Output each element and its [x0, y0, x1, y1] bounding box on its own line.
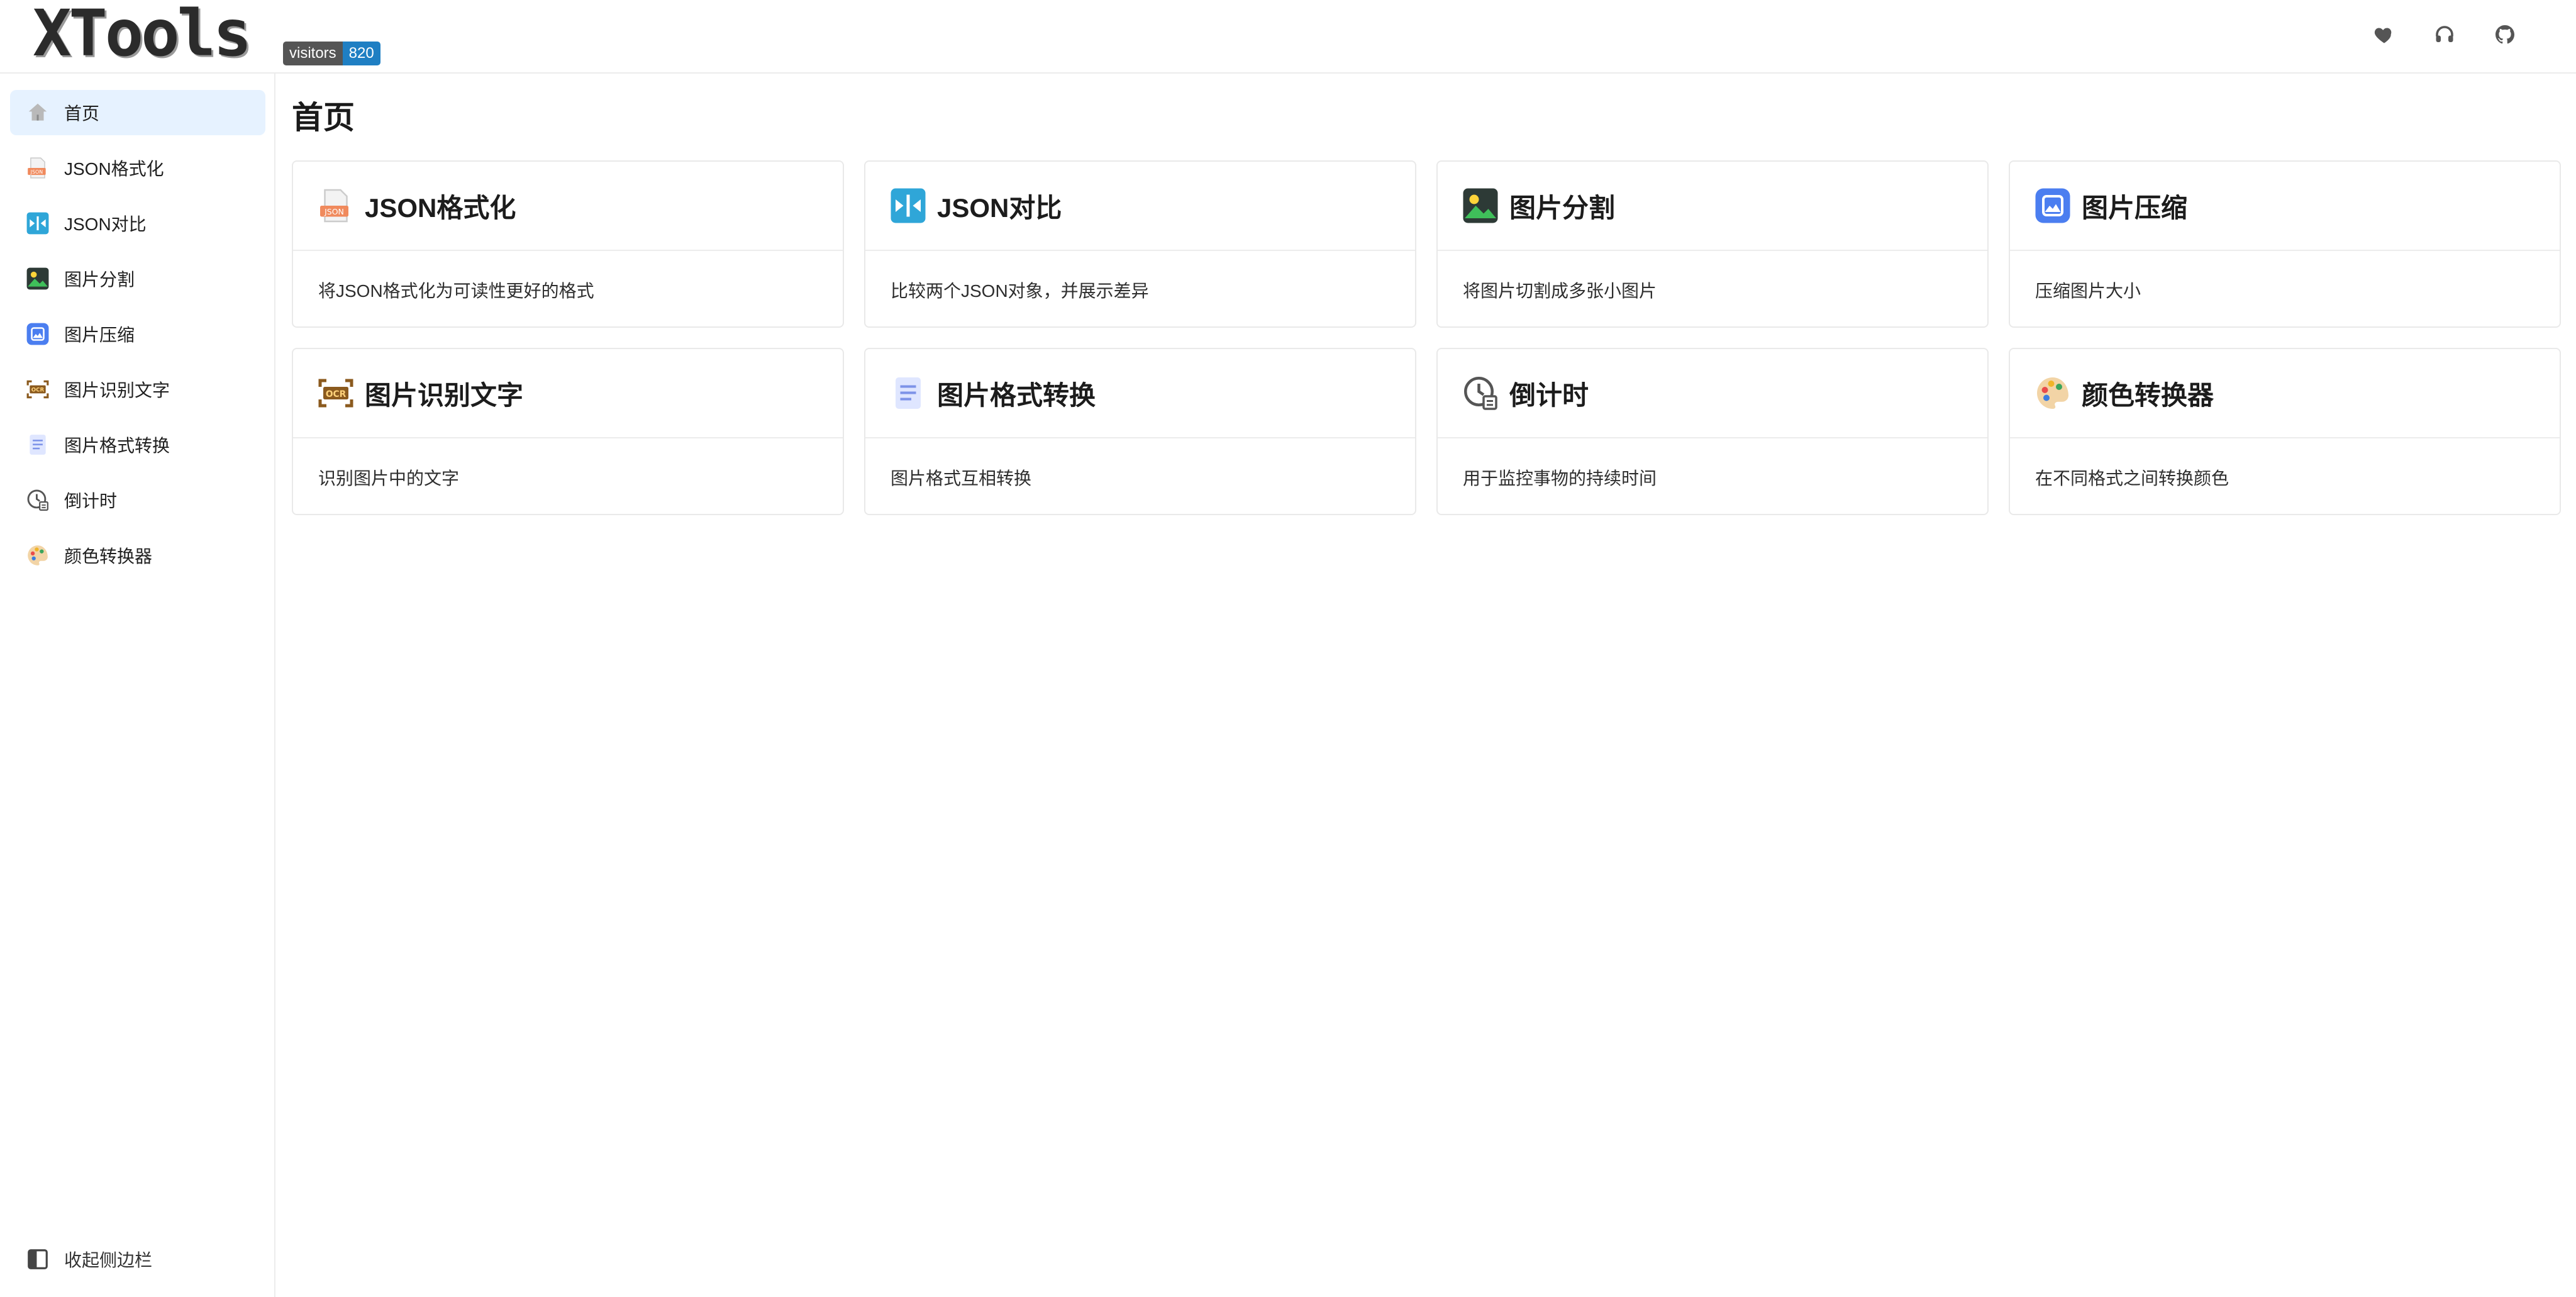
card-header: OCR 图片识别文字: [293, 349, 843, 438]
sidebar-item-image-convert[interactable]: 图片格式转换: [10, 422, 265, 467]
clock-icon: [25, 487, 50, 513]
tool-card-ocr[interactable]: OCR 图片识别文字 识别图片中的文字: [292, 348, 844, 515]
github-icon[interactable]: [2493, 23, 2517, 47]
sidebar-item-label: 图片分割: [64, 270, 135, 289]
sidebar-item-label: JSON格式化: [64, 159, 164, 179]
card-header: JSON JSON格式化: [293, 162, 843, 251]
tool-card-grid: JSON JSON格式化 将JSON格式化为可读性更好的格式 JSON对比 比较…: [292, 160, 2561, 515]
sidebar-item-label: 图片识别文字: [64, 381, 170, 400]
sidebar-item-json-format[interactable]: JSON JSON格式化: [10, 145, 265, 191]
card-title: 图片格式转换: [937, 380, 1096, 410]
card-description: 将JSON格式化为可读性更好的格式: [318, 281, 594, 301]
compare-icon: [889, 187, 927, 225]
card-header: JSON对比: [865, 162, 1415, 251]
main-content: 首页 JSON JSON格式化 将JSON格式化为可读性更好的格式 JSON对比…: [275, 74, 2576, 1297]
document-icon: [889, 374, 927, 412]
sidebar-item-label: 图片格式转换: [64, 436, 170, 455]
card-description: 图片格式互相转换: [891, 469, 1032, 488]
card-title: 图片分割: [1509, 192, 1616, 223]
sidebar-item-label: 颜色转换器: [64, 547, 153, 566]
sidebar-toggle-icon: [25, 1247, 50, 1272]
sidebar-item-image-split[interactable]: 图片分割: [10, 256, 265, 301]
card-description: 压缩图片大小: [2035, 281, 2141, 301]
sidebar-item-label: 图片压缩: [64, 325, 135, 345]
header-actions: [2372, 23, 2517, 47]
tool-card-json-format[interactable]: JSON JSON格式化 将JSON格式化为可读性更好的格式: [292, 160, 844, 328]
palette-icon: [25, 543, 50, 568]
sidebar-item-label: JSON对比: [64, 214, 147, 234]
tool-card-color-converter[interactable]: 颜色转换器 在不同格式之间转换颜色: [2009, 348, 2561, 515]
card-title: JSON格式化: [365, 192, 516, 223]
card-header: 倒计时: [1438, 349, 1987, 438]
sidebar: 首页 JSON JSON格式化 JSON对比 图片分割 图片压缩 OCR 图片识…: [0, 74, 275, 1297]
sidebar-nav: 首页 JSON JSON格式化 JSON对比 图片分割 图片压缩 OCR 图片识…: [10, 90, 265, 588]
tool-card-countdown[interactable]: 倒计时 用于监控事物的持续时间: [1436, 348, 1989, 515]
svg-text:JSON: JSON: [324, 207, 344, 216]
headset-icon[interactable]: [2433, 23, 2457, 47]
json-file-icon: JSON: [25, 155, 50, 181]
heart-icon[interactable]: [2372, 23, 2396, 47]
tool-card-json-compare[interactable]: JSON对比 比较两个JSON对象，并展示差异: [864, 160, 1416, 328]
sidebar-item-label: 首页: [64, 104, 100, 123]
card-title: 图片识别文字: [365, 380, 524, 410]
card-description: 将图片切割成多张小图片: [1463, 281, 1657, 301]
visitors-badge-count: 820: [342, 42, 380, 65]
card-title: 图片压缩: [2082, 192, 2188, 223]
sidebar-item-label: 倒计时: [64, 491, 118, 511]
card-header: 图片分割: [1438, 162, 1987, 251]
image-compress-icon: [2034, 187, 2072, 225]
sidebar-item-image-compress[interactable]: 图片压缩: [10, 311, 265, 357]
svg-text:OCR: OCR: [326, 389, 347, 399]
svg-text:OCR: OCR: [31, 387, 45, 394]
tool-card-image-compress[interactable]: 图片压缩 压缩图片大小: [2009, 160, 2561, 328]
tool-card-image-convert[interactable]: 图片格式转换 图片格式互相转换: [864, 348, 1416, 515]
palette-icon: [2034, 374, 2072, 412]
card-header: 图片压缩: [2010, 162, 2560, 251]
image-compress-icon: [25, 321, 50, 347]
card-header: 图片格式转换: [865, 349, 1415, 438]
sidebar-item-ocr[interactable]: OCR 图片识别文字: [10, 367, 265, 412]
collapse-sidebar-label: 收起侧边栏: [64, 1250, 153, 1270]
card-title: 颜色转换器: [2082, 380, 2214, 410]
card-title: JSON对比: [937, 192, 1062, 223]
sidebar-item-countdown[interactable]: 倒计时: [10, 477, 265, 523]
image-split-icon: [25, 266, 50, 291]
sidebar-item-home[interactable]: 首页: [10, 90, 265, 135]
compare-icon: [25, 211, 50, 236]
card-header: 颜色转换器: [2010, 349, 2560, 438]
tool-card-image-split[interactable]: 图片分割 将图片切割成多张小图片: [1436, 160, 1989, 328]
visitors-badge-label: visitors: [283, 42, 343, 65]
json-file-icon: JSON: [317, 187, 355, 225]
page-title: 首页: [292, 100, 355, 135]
sidebar-item-json-compare[interactable]: JSON对比: [10, 201, 265, 246]
app-logo[interactable]: XTools: [33, 1, 252, 67]
home-icon: [25, 100, 50, 125]
svg-text:JSON: JSON: [30, 169, 43, 175]
sidebar-item-color-converter[interactable]: 颜色转换器: [10, 533, 265, 578]
document-icon: [25, 432, 50, 457]
top-header: XTools visitors 820: [0, 0, 2576, 74]
ocr-icon: OCR: [25, 377, 50, 402]
ocr-icon: OCR: [317, 374, 355, 412]
collapse-sidebar-button[interactable]: 收起侧边栏: [25, 1247, 152, 1272]
card-description: 识别图片中的文字: [318, 469, 460, 488]
clock-icon: [1462, 374, 1499, 412]
image-split-icon: [1462, 187, 1499, 225]
card-description: 比较两个JSON对象，并展示差异: [891, 281, 1149, 301]
card-description: 用于监控事物的持续时间: [1463, 469, 1657, 488]
card-description: 在不同格式之间转换颜色: [2035, 469, 2229, 488]
visitors-badge: visitors 820: [283, 42, 380, 65]
card-title: 倒计时: [1509, 380, 1589, 410]
